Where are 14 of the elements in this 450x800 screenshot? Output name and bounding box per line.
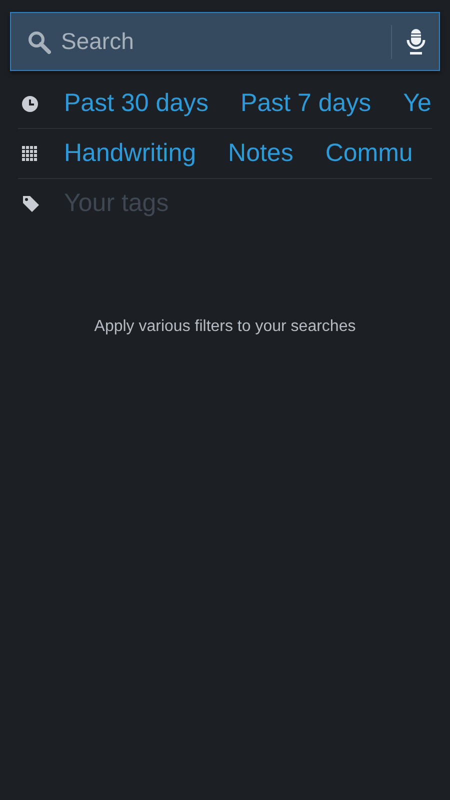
filter-option[interactable]: Notes xyxy=(228,134,294,172)
filter-option[interactable]: Commu xyxy=(325,134,413,172)
microphone-icon[interactable] xyxy=(406,28,426,56)
filter-option[interactable]: Past 30 days xyxy=(64,84,209,122)
filter-option[interactable]: Ye xyxy=(403,84,432,122)
grid-icon xyxy=(22,146,37,161)
tag-icon xyxy=(22,195,40,213)
filter-option[interactable]: Handwriting xyxy=(64,134,196,172)
search-icon xyxy=(27,30,51,54)
filter-option[interactable]: Past 7 days xyxy=(240,84,372,122)
search-field[interactable]: Search xyxy=(59,23,391,60)
clock-icon xyxy=(22,96,38,112)
hint-text: Apply various filters to your searches xyxy=(94,317,356,337)
search-bar[interactable]: Search xyxy=(10,12,440,71)
